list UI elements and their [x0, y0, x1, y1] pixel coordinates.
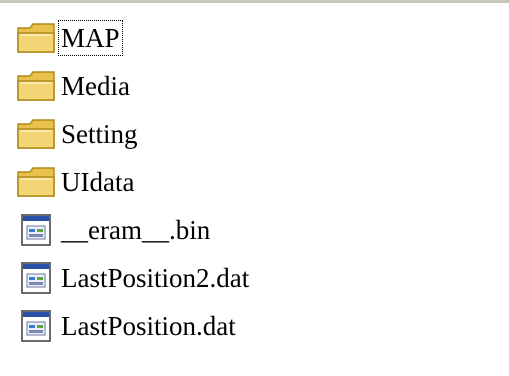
- file-item-uidata[interactable]: UIdata: [16, 158, 496, 206]
- file-item-label: MAP: [58, 20, 123, 56]
- file-item-lastposition-dat[interactable]: LastPosition.dat: [16, 302, 496, 350]
- file-item-map[interactable]: MAP: [16, 14, 496, 62]
- file-item-media[interactable]: Media: [16, 62, 496, 110]
- file-item-setting[interactable]: Setting: [16, 110, 496, 158]
- folder-icon: [16, 18, 56, 58]
- file-item-eram-bin[interactable]: __eram__.bin: [16, 206, 496, 254]
- file-list: MAP Media Setting UIdata __eram__.bin La…: [16, 14, 496, 350]
- file-item-label: Media: [61, 71, 130, 101]
- application-file-icon: [16, 306, 56, 346]
- file-item-label: LastPosition.dat: [61, 311, 236, 341]
- folder-icon: [16, 162, 56, 202]
- folder-icon: [16, 66, 56, 106]
- application-file-icon: [16, 210, 56, 250]
- file-item-label: __eram__.bin: [61, 215, 211, 245]
- folder-icon: [16, 114, 56, 154]
- file-item-label: UIdata: [61, 167, 135, 197]
- window-top-border: [0, 0, 509, 3]
- file-item-lastposition2-dat[interactable]: LastPosition2.dat: [16, 254, 496, 302]
- file-item-label: Setting: [61, 119, 138, 149]
- file-item-label: LastPosition2.dat: [61, 263, 250, 293]
- application-file-icon: [16, 258, 56, 298]
